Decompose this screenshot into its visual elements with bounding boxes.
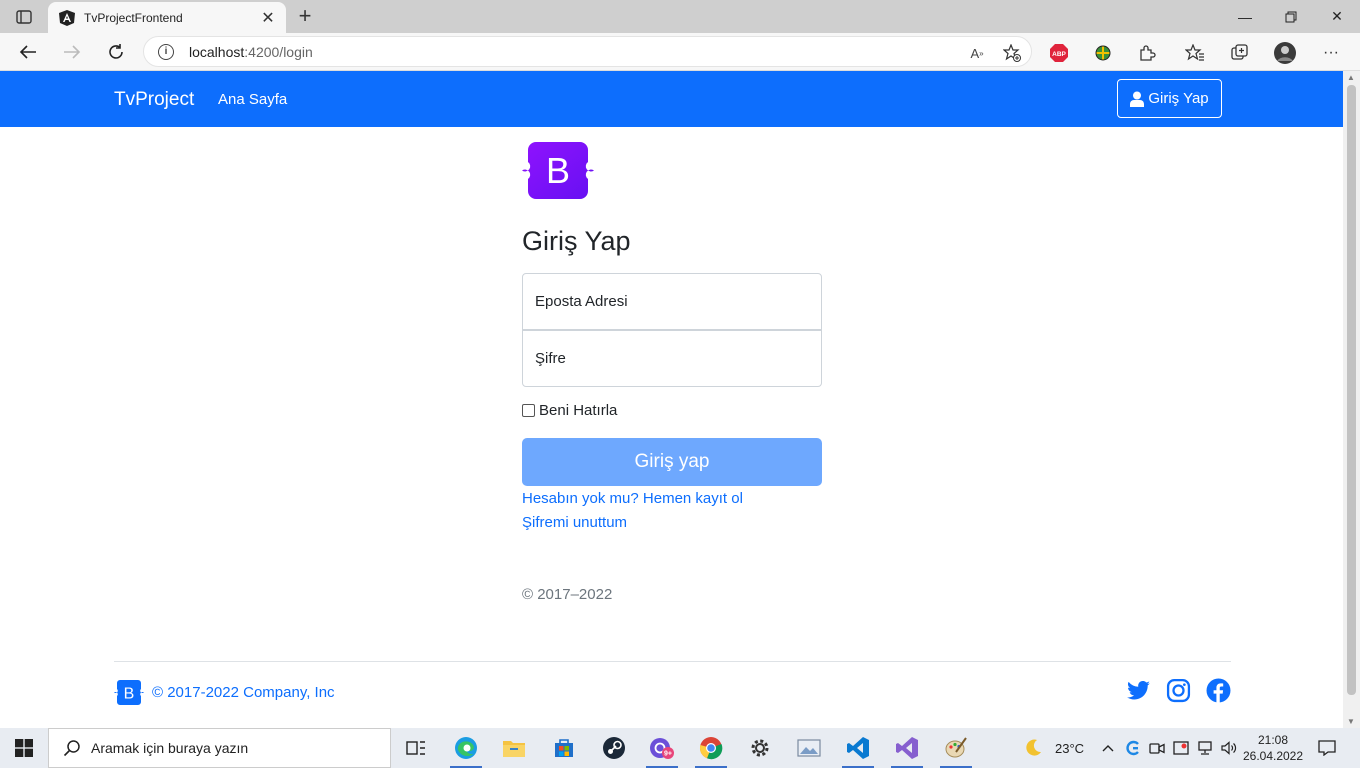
volume-icon[interactable] (1218, 732, 1240, 764)
visual-studio-icon[interactable] (887, 732, 927, 768)
search-icon (63, 740, 80, 757)
remember-checkbox[interactable] (522, 404, 535, 417)
read-aloud-icon[interactable]: A» (966, 43, 988, 63)
add-favorite-icon[interactable] (1001, 43, 1023, 63)
email-field[interactable] (522, 273, 822, 330)
nav-home-link[interactable]: Ana Sayfa (218, 91, 287, 108)
clock-time: 21:08 (1257, 733, 1289, 747)
more-menu-icon[interactable]: ··· (1320, 42, 1342, 64)
facebook-icon[interactable] (1206, 678, 1231, 703)
footer-divider (114, 661, 1231, 662)
url-text: localhost:4200/login (189, 44, 313, 60)
angular-icon (59, 9, 75, 26)
network-icon[interactable] (1194, 732, 1216, 764)
restore-icon[interactable] (1268, 0, 1314, 33)
site-info-icon[interactable]: i (158, 44, 174, 60)
app-navbar: TvProject Ana Sayfa Giriş Yap (0, 71, 1343, 127)
tab-actions-icon[interactable] (10, 6, 38, 28)
tab-close-icon[interactable]: ✕ (258, 8, 278, 28)
remember-me[interactable]: Beni Hatırla (522, 402, 617, 419)
svg-text:9+: 9+ (664, 751, 672, 758)
register-link[interactable]: Hesabın yok mu? Hemen kayıt ol (522, 490, 743, 507)
notifications-icon[interactable] (1312, 732, 1342, 764)
forward-icon[interactable] (58, 39, 86, 65)
weather-temperature[interactable]: 23°C (1055, 741, 1084, 756)
remember-label: Beni Hatırla (539, 402, 618, 419)
tab-title: TvProjectFrontend (84, 10, 183, 25)
instagram-icon[interactable] (1166, 678, 1191, 703)
clock-date: 26.04.2022 (1242, 749, 1304, 763)
email-input[interactable] (523, 274, 821, 329)
paint-icon[interactable] (936, 732, 976, 768)
forgot-password-link[interactable]: Şifremi unuttum (522, 514, 627, 531)
meet-now-icon[interactable] (1146, 732, 1168, 764)
tray-update-icon[interactable] (1170, 732, 1192, 764)
task-view-icon[interactable] (396, 732, 436, 764)
app-with-badge-icon[interactable]: 9+ (642, 732, 682, 768)
settings-gear-icon[interactable] (740, 732, 780, 764)
profile-avatar[interactable] (1274, 42, 1296, 64)
navbar-brand[interactable]: TvProject (114, 89, 194, 111)
navbar-login-button[interactable]: Giriş Yap (1117, 79, 1222, 118)
image-viewer-icon[interactable] (789, 732, 829, 764)
adblock-icon[interactable]: ABP (1048, 42, 1070, 64)
password-field[interactable] (522, 330, 822, 387)
browser-tab[interactable]: TvProjectFrontend ✕ (48, 2, 286, 33)
password-input[interactable] (523, 331, 821, 386)
login-title: Giriş Yap (522, 226, 631, 256)
vscode-icon[interactable] (838, 732, 878, 768)
svg-text:B: B (124, 686, 135, 703)
browser-tabstrip: TvProjectFrontend ✕ + — ✕ (0, 0, 1360, 33)
taskbar-search[interactable]: Aramak için buraya yazın (48, 728, 391, 768)
browser-toolbar: i localhost:4200/login A» ABP ··· (0, 33, 1360, 71)
tray-chevron-up-icon[interactable] (1096, 732, 1120, 764)
scroll-up-icon[interactable]: ▲ (1347, 73, 1355, 82)
favorites-icon[interactable] (1184, 42, 1206, 64)
footer-copyright[interactable]: © 2017-2022 Company, Inc (152, 684, 335, 701)
navbar-login-label: Giriş Yap (1148, 90, 1209, 107)
close-window-icon[interactable]: ✕ (1314, 0, 1360, 33)
chrome-icon[interactable] (691, 732, 731, 768)
steam-icon[interactable] (594, 732, 634, 764)
microsoft-store-icon[interactable] (544, 732, 584, 764)
refresh-icon[interactable] (102, 39, 130, 65)
scrollbar-thumb[interactable] (1347, 85, 1356, 695)
svg-text:ABP: ABP (1052, 51, 1066, 58)
windows-taskbar: Aramak için buraya yazın 9+ 23°C 21:08 2… (0, 728, 1360, 768)
form-copyright: © 2017–2022 (522, 586, 613, 603)
windows-start-icon[interactable] (6, 732, 42, 764)
bootstrap-logo: B (522, 142, 594, 199)
edge-icon[interactable] (446, 732, 486, 768)
taskbar-search-placeholder: Aramak için buraya yazın (91, 740, 249, 756)
taskbar-clock[interactable]: 21:08 26.04.2022 (1240, 732, 1306, 764)
file-explorer-icon[interactable] (494, 732, 534, 764)
new-tab-icon[interactable]: + (292, 4, 318, 30)
extension-globe-icon[interactable] (1092, 42, 1114, 64)
extensions-icon[interactable] (1136, 42, 1158, 64)
user-icon (1130, 91, 1145, 107)
scroll-down-icon[interactable]: ▼ (1347, 717, 1355, 726)
weather-icon[interactable] (1018, 732, 1048, 764)
page-scrollbar[interactable]: ▲ ▼ (1343, 71, 1360, 728)
login-submit-button[interactable]: Giriş yap (522, 438, 822, 486)
twitter-icon[interactable] (1126, 678, 1151, 703)
tray-app-icon[interactable] (1122, 732, 1144, 764)
back-icon[interactable] (14, 39, 42, 65)
login-submit-label: Giriş yap (634, 451, 710, 472)
address-bar[interactable]: i localhost:4200/login A» (143, 36, 1032, 67)
svg-text:B: B (546, 150, 570, 191)
footer-bootstrap-logo[interactable]: B (114, 680, 144, 705)
collections-icon[interactable] (1229, 42, 1251, 64)
minimize-icon[interactable]: — (1222, 0, 1268, 33)
